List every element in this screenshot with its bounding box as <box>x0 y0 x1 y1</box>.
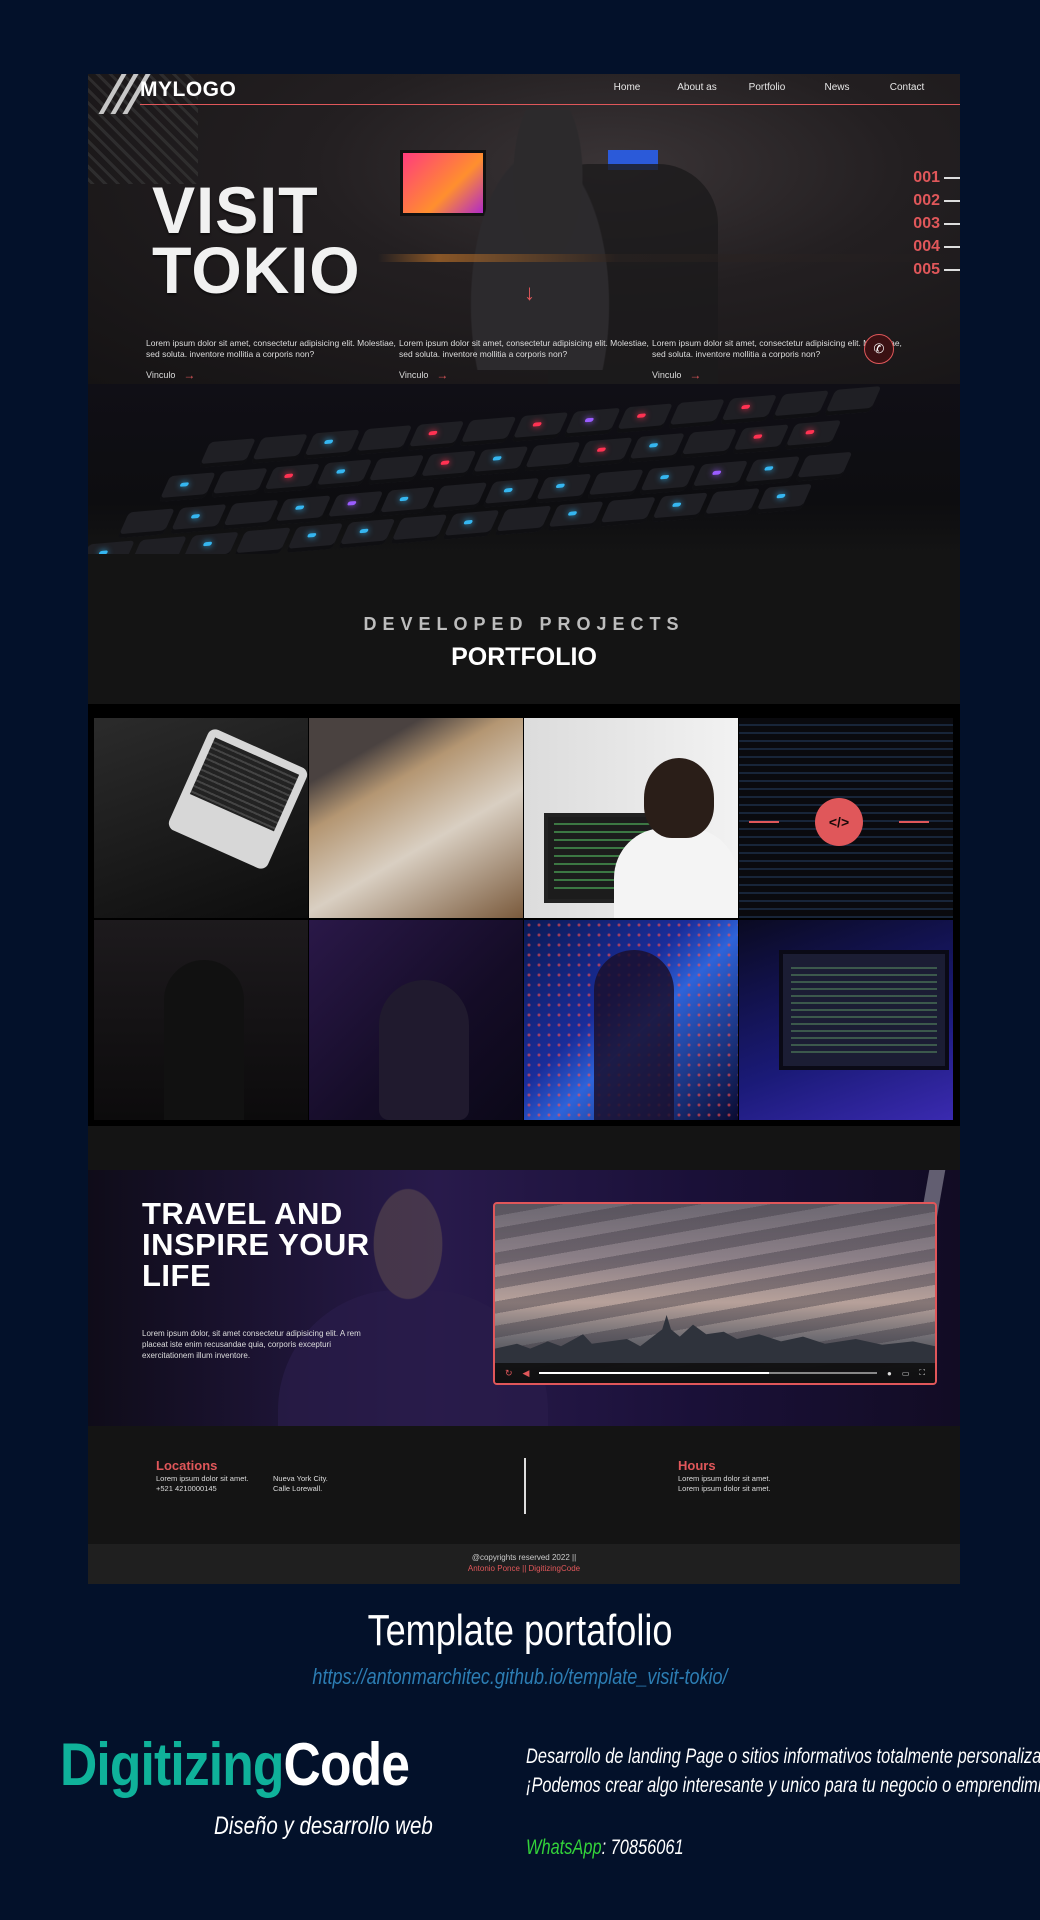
hero-column-link[interactable]: Vinculo → <box>399 368 652 382</box>
whatsapp-label: WhatsApp <box>526 1836 602 1859</box>
video-player[interactable]: ↻ ◀ ● ▭ ⛶ <box>493 1202 937 1385</box>
promo-text: Desarrollo de landing Page o sitios info… <box>526 1742 1040 1800</box>
arrow-right-icon: → <box>436 368 449 382</box>
hours-text: Lorem ipsum dolor sit amet. Lorem ipsum d… <box>678 1474 771 1493</box>
scroll-down-arrow-icon[interactable]: ↓ <box>524 280 535 306</box>
portfolio-title: PORTFOLIO <box>451 643 597 671</box>
hero-desk-light <box>378 254 960 262</box>
hooded-figure <box>594 950 674 1120</box>
decorative-line <box>899 821 929 823</box>
hero-column-link[interactable]: Vinculo → <box>146 368 399 382</box>
video-controls: ↻ ◀ ● ▭ ⛶ <box>495 1363 935 1383</box>
slide-indicator[interactable]: 001 <box>906 166 960 189</box>
portfolio-tile-projection[interactable] <box>524 920 738 1120</box>
portfolio-tile-laptop[interactable] <box>94 718 308 918</box>
credit-link[interactable]: Antonio Ponce || DigitizingCode <box>88 1564 960 1573</box>
hero-column-text: Lorem ipsum dolor sit amet, consectetur … <box>399 338 649 359</box>
monitor-code-image <box>779 950 949 1070</box>
slide-number: 004 <box>913 237 940 255</box>
slide-number: 002 <box>913 191 940 209</box>
portfolio-tile-developer[interactable] <box>524 718 738 918</box>
fullscreen-icon[interactable]: ⛶ <box>919 1368 925 1378</box>
portfolio-heading: DEVELOPED PROJECTS PORTFOLIO <box>88 614 960 672</box>
hero-title-line2: TOKIO <box>152 233 361 307</box>
nav-news[interactable]: News <box>802 82 872 93</box>
site-footer: Locations Lorem ipsum dolor sit amet. +52… <box>88 1426 960 1544</box>
header-divider <box>140 104 960 105</box>
volume-icon[interactable]: ◀ <box>523 1368 530 1379</box>
copyright-text: @copyrights reserved 2022 || <box>471 1553 577 1562</box>
hero-column: Lorem ipsum dolor sit amet, consectetur … <box>399 338 652 382</box>
picture-in-picture-icon[interactable]: ▭ <box>902 1369 910 1378</box>
hero-column-text: Lorem ipsum dolor sit amet, consectetur … <box>146 338 396 359</box>
portfolio-subtitle: DEVELOPED PROJECTS <box>363 614 685 634</box>
hero-person-silhouette <box>468 110 628 370</box>
portfolio-tile-man[interactable] <box>309 920 523 1120</box>
hero-title: VISIT TOKIO <box>152 173 361 307</box>
brand-part1: Digitizing <box>60 1731 284 1798</box>
caption-url[interactable]: https://antonmarchitec.github.io/templat… <box>94 1664 947 1690</box>
brand-tagline: Diseño y desarrollo web <box>214 1812 433 1840</box>
developer-shirt <box>614 828 738 918</box>
video-time: ● <box>886 1368 892 1378</box>
promo-line1: Desarrollo de landing Page o sitios info… <box>526 1745 1040 1768</box>
locations-col-b: Nueva York City. Calle Lorewall. <box>273 1474 328 1493</box>
slide-number: 001 <box>913 168 940 186</box>
travel-text: Lorem ipsum dolor, sit amet consectetur … <box>142 1329 361 1360</box>
arrow-right-icon: → <box>183 368 196 382</box>
portfolio-tile-monitor[interactable] <box>739 920 953 1120</box>
website-preview: MYLOGO Home About as Portfolio News Cont… <box>88 74 960 1584</box>
hero-column-link[interactable]: Vinculo → <box>652 368 905 382</box>
slide-indicator[interactable]: 002 <box>906 189 960 212</box>
hours-title: Hours <box>678 1458 716 1473</box>
slide-number: 003 <box>913 214 940 232</box>
whatsapp-icon[interactable]: ✆ <box>864 334 894 364</box>
whatsapp-contact[interactable]: WhatsApp: 70856061 <box>526 1836 684 1860</box>
code-window-icon[interactable]: </> <box>815 798 863 846</box>
nav-home[interactable]: Home <box>592 82 662 93</box>
slide-indicator[interactable]: 005 <box>906 258 960 281</box>
portfolio-gallery: </> <box>88 704 960 1126</box>
arrow-right-icon: → <box>689 368 702 382</box>
footer-divider <box>524 1458 526 1514</box>
whatsapp-number: : 70856061 <box>601 1836 684 1859</box>
portfolio-tile-featured[interactable]: </> <box>739 718 953 918</box>
laptop-image <box>166 726 308 872</box>
locations-title: Locations <box>156 1458 218 1473</box>
nav-contact[interactable]: Contact <box>872 82 942 93</box>
locations-col-a: Lorem ipsum dolor sit amet. +521 42100001… <box>156 1474 249 1493</box>
hero-columns: Lorem ipsum dolor sit amet, consectetur … <box>146 338 906 382</box>
slide-indicator[interactable]: 004 <box>906 235 960 258</box>
replay-icon[interactable]: ↻ <box>505 1368 513 1379</box>
slide-number: 005 <box>913 260 940 278</box>
hero-section: MYLOGO Home About as Portfolio News Cont… <box>88 74 960 384</box>
slide-indicator[interactable]: 003 <box>906 212 960 235</box>
site-logo[interactable]: MYLOGO <box>140 78 236 102</box>
nav-portfolio[interactable]: Portfolio <box>732 82 802 93</box>
man-silhouette <box>379 980 469 1120</box>
portfolio-tile-sketching[interactable] <box>309 718 523 918</box>
main-nav: Home About as Portfolio News Contact <box>592 82 942 93</box>
video-progress-fill <box>539 1372 769 1374</box>
portfolio-tile-gamer[interactable] <box>94 920 308 1120</box>
hero-title-line1: VISIT <box>152 173 319 247</box>
hero-column: Lorem ipsum dolor sit amet, consectetur … <box>146 338 399 382</box>
developer-head <box>644 758 714 838</box>
caption-title: Template portafolio <box>367 1606 673 1655</box>
slide-indicators: 001 002 003 004 005 <box>906 166 960 281</box>
travel-title: TRAVEL AND INSPIRE YOUR LIFE <box>142 1196 370 1293</box>
decorative-line <box>749 821 779 823</box>
copyright-bar: @copyrights reserved 2022 || Antonio Pon… <box>88 1544 960 1584</box>
keyboard-banner <box>88 384 960 554</box>
video-progress-track[interactable] <box>539 1372 877 1374</box>
brand-part2: Code <box>283 1731 410 1798</box>
promo-line2: ¡Podemos crear algo interesante y unico … <box>526 1774 1040 1797</box>
brand-logo: DigitizingCode <box>60 1730 410 1799</box>
gamer-silhouette <box>164 960 244 1120</box>
nav-about[interactable]: About as <box>662 82 732 93</box>
